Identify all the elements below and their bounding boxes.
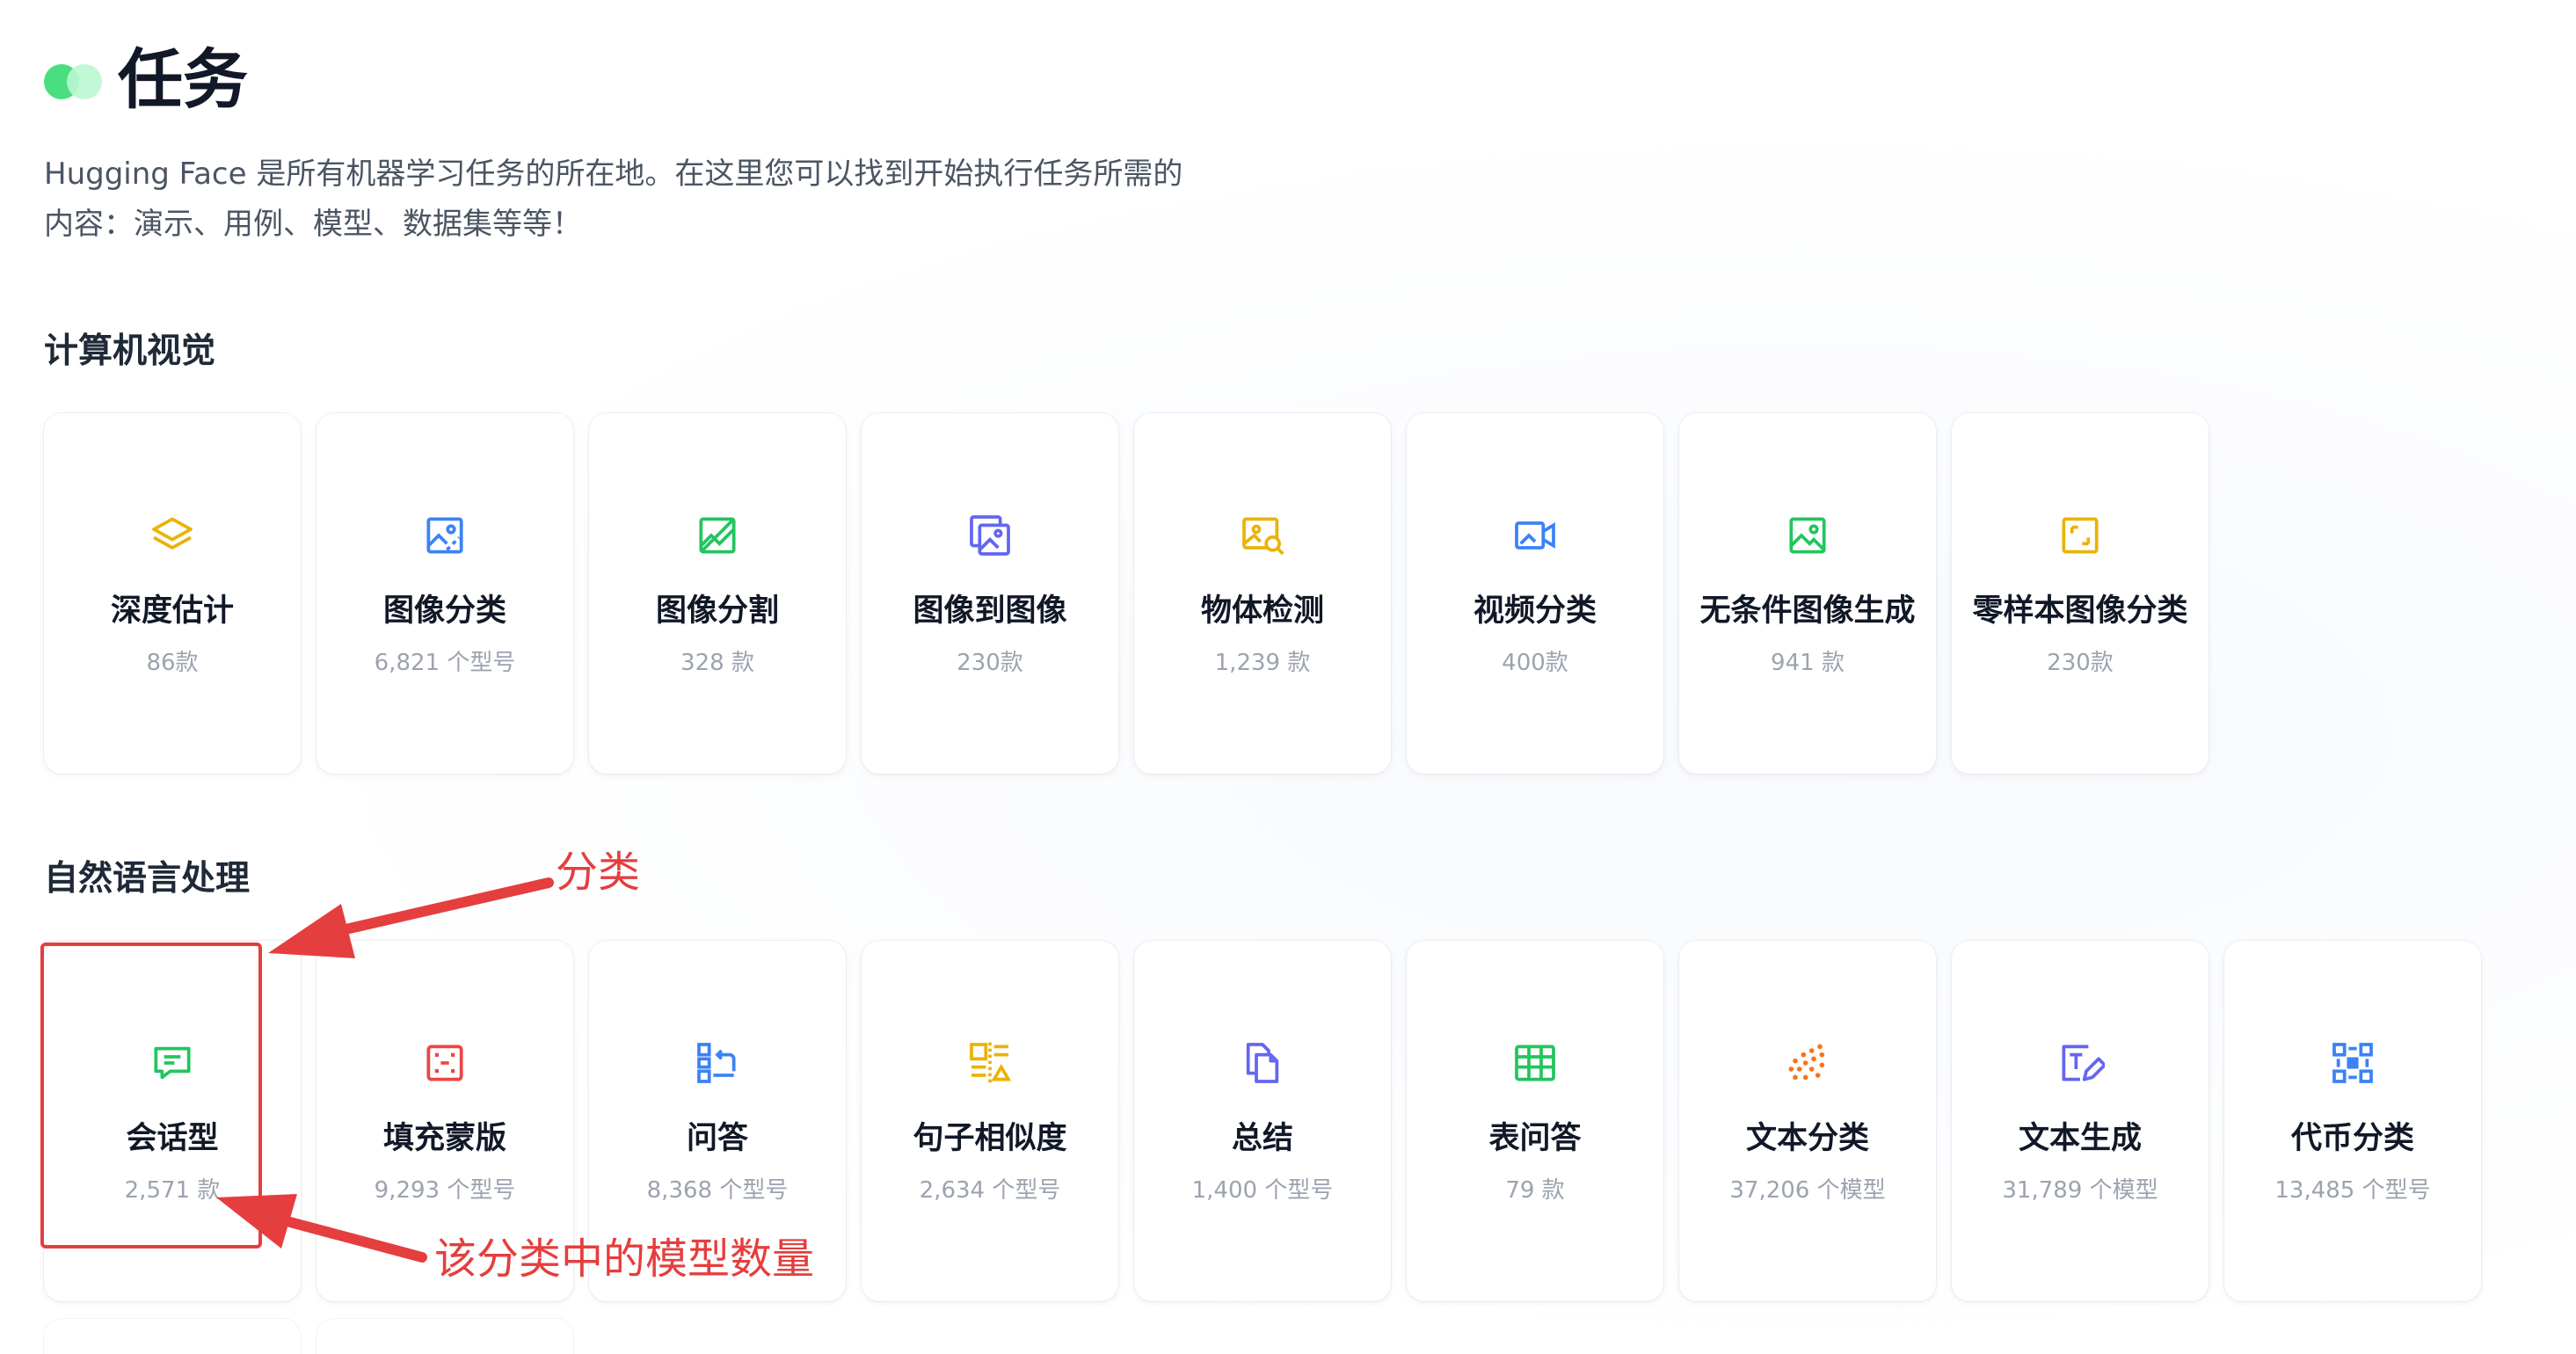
arrow-to-category-card xyxy=(329,877,554,937)
annotation-arrows xyxy=(216,877,554,1263)
arrowhead-category xyxy=(268,904,355,958)
annotation-count-label: 该分类中的模型数量 xyxy=(434,1234,815,1284)
arrowhead-count xyxy=(216,1194,297,1248)
annotation-category-label: 分类 xyxy=(556,848,641,897)
arrow-to-model-count xyxy=(285,1217,427,1263)
